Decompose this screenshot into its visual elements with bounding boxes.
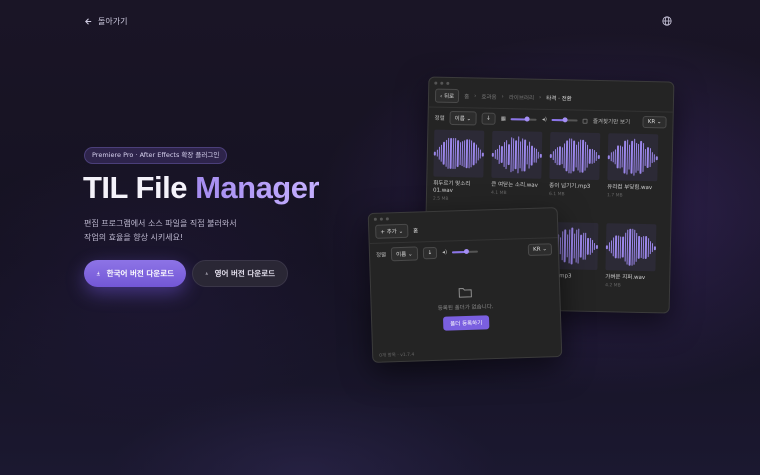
file-name: 유리컵 부딪힘.wav — [607, 184, 653, 192]
title-part-2: Manager — [195, 170, 320, 205]
download-english-button[interactable]: 영어 버전 다운로드 — [192, 260, 288, 287]
sort-select: 이름 ⌄ — [390, 246, 418, 262]
favorites-label: 즐겨찾기만 보기 — [592, 118, 631, 126]
file-size: 4.1 MB — [490, 190, 507, 197]
waveform-thumbnail — [491, 130, 543, 179]
volume-slider — [551, 117, 578, 123]
app-preview-empty: + 추가 ⌄ 홈 정렬 이름 ⌄ ↓ ◂) KR ⌄ 등록된 폴더가 없습니다.… — [367, 207, 563, 363]
plugin-badge: Premiere Pro · After Effects 확장 플러그인 — [84, 147, 228, 164]
file-size: 4.2 MB — [605, 283, 621, 289]
title-part-1: TIL File — [83, 170, 196, 205]
sort-label: 정렬 — [434, 115, 445, 122]
description: 편집 프로그램에서 소스 파일을 직접 불러와서 작업의 효율을 향상 시키세요… — [84, 217, 237, 245]
file-card: 큰 여닫는 소리.wav 4.1 MB — [490, 130, 550, 204]
file-name: 휘두르기 맞소리 01.wav — [433, 180, 471, 194]
add-select: + 추가 ⌄ — [375, 223, 409, 239]
file-size: 1.7 MB — [606, 193, 623, 199]
empty-text: 등록된 폴더가 없습니다. — [437, 304, 494, 312]
file-card: 휘두르기 맞소리 01.wav 2.5 MB — [432, 129, 492, 203]
sort-select: 이름 ⌄ — [449, 110, 477, 126]
empty-state: 등록된 폴더가 없습니다. 폴더 등록하기 — [371, 283, 560, 333]
file-name: 큰 여닫는 소리.wav — [491, 181, 538, 189]
back-chip: ‹ 뒤로 — [434, 88, 460, 104]
globe-icon[interactable] — [662, 16, 672, 26]
lang-select: KR ⌄ — [527, 243, 553, 256]
file-card: 가벼운 지퍼.wav 4.2 MB — [605, 223, 664, 289]
volume-icon: ◂) — [442, 249, 448, 256]
download-korean-label: 한국어 버전 다운로드 — [106, 269, 174, 278]
breadcrumb-home: 홈 — [464, 94, 470, 101]
download-icon — [96, 271, 100, 276]
back-label: 돌아가기 — [98, 17, 128, 26]
file-card: 종이 넘기기.mp3 6.1 MB — [549, 132, 608, 205]
description-line-2: 작업의 효율을 향상 시키세요! — [84, 233, 184, 242]
grid-view-icon: ▦ — [500, 115, 507, 123]
file-size: 2.5 MB — [432, 196, 449, 202]
file-name: 종이 넘기기.mp3 — [549, 183, 591, 190]
waveform-thumbnail — [549, 132, 601, 181]
lang-select: KR ⌄ — [642, 115, 667, 129]
home-label: 홈 — [413, 228, 419, 235]
description-line-1: 편집 프로그램에서 소스 파일을 직접 불러와서 — [84, 219, 237, 228]
volume-slider — [452, 248, 479, 255]
download-korean-button[interactable]: 한국어 버전 다운로드 — [84, 260, 186, 287]
page-title: TIL File Manager — [83, 170, 320, 206]
folder-icon — [458, 288, 472, 298]
volume-icon: ◂) — [541, 116, 547, 123]
file-name: 가벼운 지퍼.wav — [605, 274, 646, 282]
sort-label: 정렬 — [375, 252, 387, 259]
arrow-left-icon — [85, 18, 92, 25]
register-folder-button: 폴더 등록하기 — [442, 315, 490, 331]
download-english-label: 영어 버전 다운로드 — [214, 269, 275, 278]
back-link[interactable]: 돌아가기 — [84, 16, 127, 27]
favorites-checkbox — [582, 118, 588, 124]
breadcrumb-library: 라이브러리 — [508, 95, 535, 102]
waveform-thumbnail — [607, 133, 659, 182]
sort-direction-icon: ↓ — [481, 112, 496, 125]
status-bar: 0개 항목 · v1.7.4 — [379, 352, 415, 359]
download-icon — [205, 272, 209, 275]
waveform-thumbnail — [605, 223, 657, 272]
file-card: 유리컵 부딪힘.wav 1.7 MB — [607, 133, 666, 206]
waveform-thumbnail — [433, 129, 485, 178]
size-slider — [510, 116, 538, 122]
breadcrumb-current: 타격 · 전환 — [546, 95, 572, 103]
sort-direction-icon: ↓ — [422, 246, 438, 260]
breadcrumb-sfx: 효과음 — [481, 94, 497, 101]
file-size: 6.1 MB — [548, 192, 565, 198]
